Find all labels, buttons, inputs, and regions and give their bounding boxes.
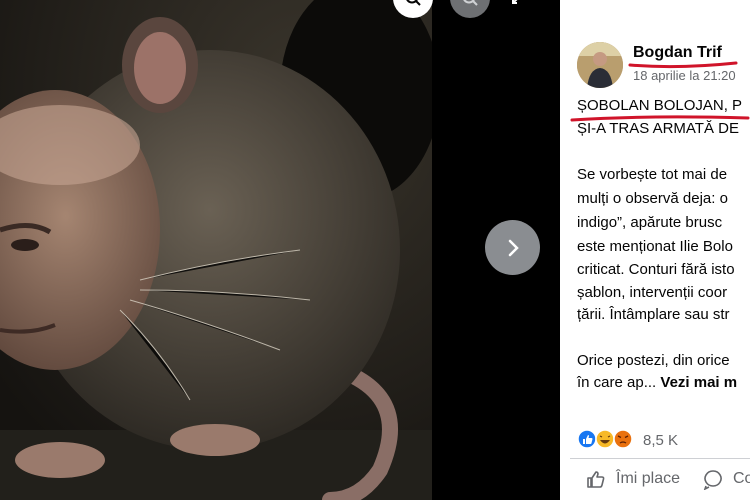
avatar[interactable] [577,42,623,88]
post-text-line: ȘI-A TRAS ARMATĂ DE [577,120,739,137]
post-text-line: criticat. Conturi fără isto [577,261,735,278]
expand-button[interactable] [500,0,536,18]
chevron-right-icon [508,239,519,256]
zoom-out-icon [463,0,478,6]
post-text-line: Orice postezi, din orice [577,352,730,369]
like-button[interactable]: Îmi place [585,466,680,492]
angry-icon [613,429,633,449]
see-more-link[interactable]: Vezi mai m [660,374,737,391]
zoom-out-button[interactable] [450,0,490,18]
post-text-line: Se vorbește tot mai de [577,166,728,183]
expand-icon [512,0,518,4]
post-text-line: mulți o observă deja: o [577,190,728,207]
post-text-line: este menționat Ilie Bolo [577,238,733,255]
image-viewer [0,0,560,500]
divider [570,458,750,459]
comment-label: Co [733,470,750,487]
post-text-line-last: în care ap... Vezi mai m [577,374,737,391]
like-icon [577,429,597,449]
post-date[interactable]: 18 aprilie la 21:20 [633,68,736,83]
post-text-fragment: în care ap... [577,374,661,391]
comment-icon [703,470,722,490]
haha-icon [595,429,615,449]
zoom-in-icon [406,0,421,6]
post-text-line: indigo”, apărute brusc [577,214,723,231]
post-text-line: țării. Întâmplare sau str [577,306,730,323]
comment-button[interactable]: Co [702,466,750,492]
next-photo-button[interactable] [485,220,540,275]
reaction-count[interactable]: 8,5 K [643,432,678,449]
post-photo [0,0,432,500]
thumbs-up-icon [587,471,605,488]
like-label: Îmi place [616,470,681,487]
post-text-line: șablon, intervenții coor [577,284,728,301]
